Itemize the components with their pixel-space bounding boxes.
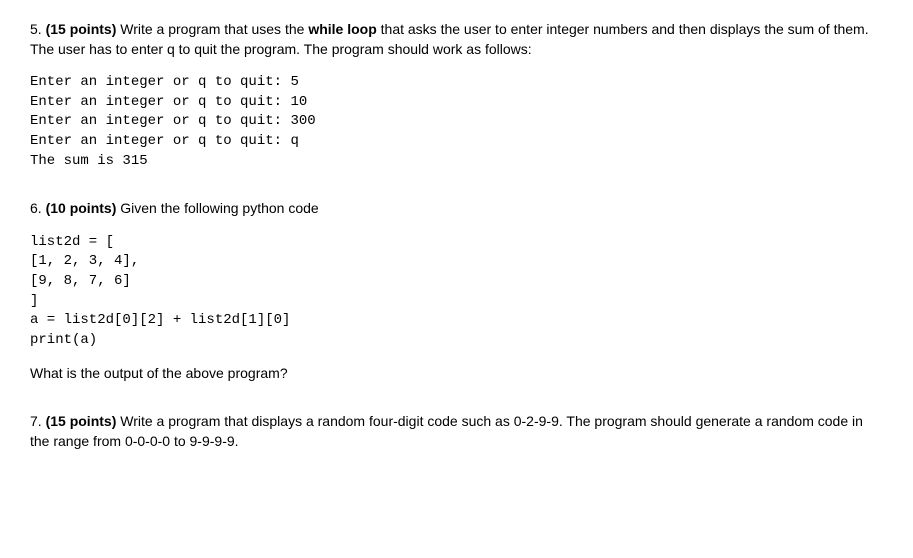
question-number: 6. bbox=[30, 200, 42, 216]
question-6-post: What is the output of the above program? bbox=[30, 364, 883, 384]
question-points: (15 points) bbox=[46, 413, 117, 429]
question-6-prompt: 6. (10 points) Given the following pytho… bbox=[30, 199, 883, 219]
question-points: (10 points) bbox=[46, 200, 117, 216]
question-number: 5. bbox=[30, 21, 42, 37]
question-5-prompt: 5. (15 points) Write a program that uses… bbox=[30, 20, 883, 59]
question-bold-phrase: while loop bbox=[308, 21, 376, 37]
question-text-part1: Write a program that displays a random f… bbox=[30, 413, 863, 449]
question-7-prompt: 7. (15 points) Write a program that disp… bbox=[30, 412, 883, 451]
question-5-code: Enter an integer or q to quit: 5 Enter a… bbox=[30, 73, 883, 171]
question-5: 5. (15 points) Write a program that uses… bbox=[30, 20, 883, 171]
question-text-part1: Given the following python code bbox=[116, 200, 318, 216]
question-6-code: list2d = [ [1, 2, 3, 4], [9, 8, 7, 6] ] … bbox=[30, 233, 883, 351]
question-points: (15 points) bbox=[46, 21, 117, 37]
question-number: 7. bbox=[30, 413, 42, 429]
question-7: 7. (15 points) Write a program that disp… bbox=[30, 412, 883, 451]
question-6: 6. (10 points) Given the following pytho… bbox=[30, 199, 883, 384]
question-text-part1: Write a program that uses the bbox=[116, 21, 308, 37]
